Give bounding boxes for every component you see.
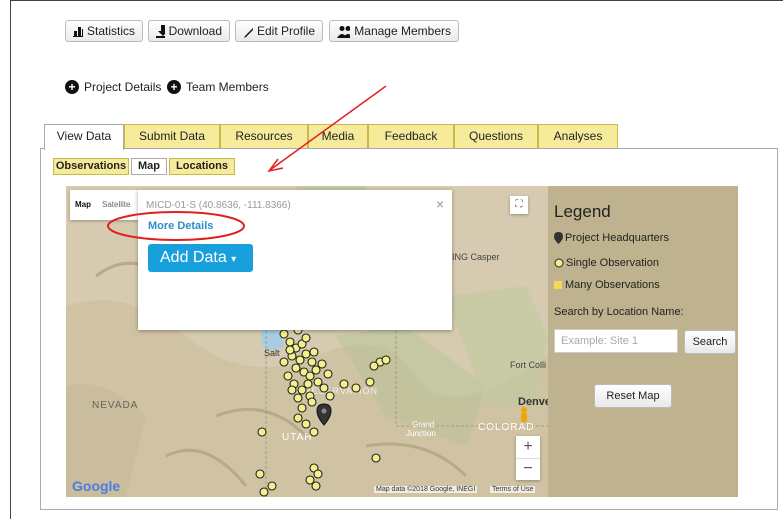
subtab-map[interactable]: Map	[131, 158, 167, 175]
terms-of-use-link[interactable]: Terms of Use	[490, 486, 536, 493]
fullscreen-icon[interactable]: ⛶	[510, 196, 528, 214]
legend-title: Legend	[554, 202, 611, 221]
pegman-icon[interactable]	[518, 406, 530, 426]
tab-questions[interactable]: Questions	[454, 124, 538, 148]
subtab-locations[interactable]: Locations	[169, 158, 235, 175]
legend-headquarters-label: Project Headquarters	[565, 232, 669, 244]
subtab-observations[interactable]: Observations	[53, 158, 129, 175]
bar-chart-icon	[73, 27, 83, 37]
tab-submit-data[interactable]: Submit Data	[124, 124, 220, 148]
project-details-label: Project Details	[84, 80, 162, 94]
team-members-link[interactable]: + Team Members	[167, 80, 269, 94]
search-label: Search by Location Name:	[554, 306, 684, 318]
caret-down-icon: ▾	[231, 254, 237, 265]
legend-many: Many Observations	[554, 279, 660, 291]
google-logo: Google	[72, 478, 121, 494]
pencil-icon	[244, 27, 253, 38]
circle-marker-icon	[554, 258, 564, 268]
legend-single: Single Observation	[554, 257, 659, 269]
tab-analyses[interactable]: Analyses	[538, 124, 618, 148]
map-type-control: Map Satellite	[70, 190, 138, 220]
download-icon	[156, 24, 165, 38]
tab-feedback[interactable]: Feedback	[368, 124, 454, 148]
map-type-map[interactable]: Map	[75, 200, 91, 209]
cluster-marker-icon	[554, 280, 562, 289]
map-pin-icon	[554, 232, 563, 244]
add-data-button[interactable]: Add Data ▾	[148, 244, 253, 272]
legend-many-label: Many Observations	[565, 279, 660, 291]
team-members-label: Team Members	[186, 80, 269, 94]
popup-title: MICD-01-S (40.8636, -111.8366)	[146, 200, 291, 211]
headquarters-marker	[316, 403, 332, 426]
edit-profile-label: Edit Profile	[256, 24, 315, 38]
plus-circle-icon: +	[167, 80, 181, 94]
reset-map-button[interactable]: Reset Map	[594, 384, 672, 408]
zoom-control: + −	[516, 436, 540, 480]
statistics-label: Statistics	[86, 24, 135, 38]
tab-resources[interactable]: Resources	[220, 124, 308, 148]
map-attribution: Map data ©2018 Google, INEGI	[374, 486, 478, 493]
location-search-input[interactable]	[554, 329, 678, 353]
download-button[interactable]: Download	[148, 20, 230, 42]
download-label: Download	[168, 24, 222, 38]
plus-circle-icon: +	[65, 80, 79, 94]
legend-headquarters: Project Headquarters	[554, 232, 669, 244]
legend-single-label: Single Observation	[566, 257, 659, 269]
manage-members-button[interactable]: Manage Members	[329, 20, 459, 42]
tab-media[interactable]: Media	[308, 124, 368, 148]
zoom-out-button[interactable]: −	[516, 458, 540, 481]
close-icon[interactable]: ×	[436, 196, 444, 212]
project-details-link[interactable]: + Project Details	[65, 80, 161, 94]
add-data-label: Add Data	[160, 249, 227, 266]
search-button[interactable]: Search	[684, 330, 736, 354]
users-icon	[337, 25, 351, 38]
zoom-in-button[interactable]: +	[516, 436, 540, 458]
edit-profile-button[interactable]: Edit Profile	[235, 20, 323, 42]
more-details-link[interactable]: More Details	[148, 220, 213, 232]
map-type-satellite[interactable]: Satellite	[102, 200, 130, 209]
statistics-button[interactable]: Statistics	[65, 20, 143, 42]
tab-view-data[interactable]: View Data	[44, 124, 124, 150]
manage-members-label: Manage Members	[354, 24, 451, 38]
